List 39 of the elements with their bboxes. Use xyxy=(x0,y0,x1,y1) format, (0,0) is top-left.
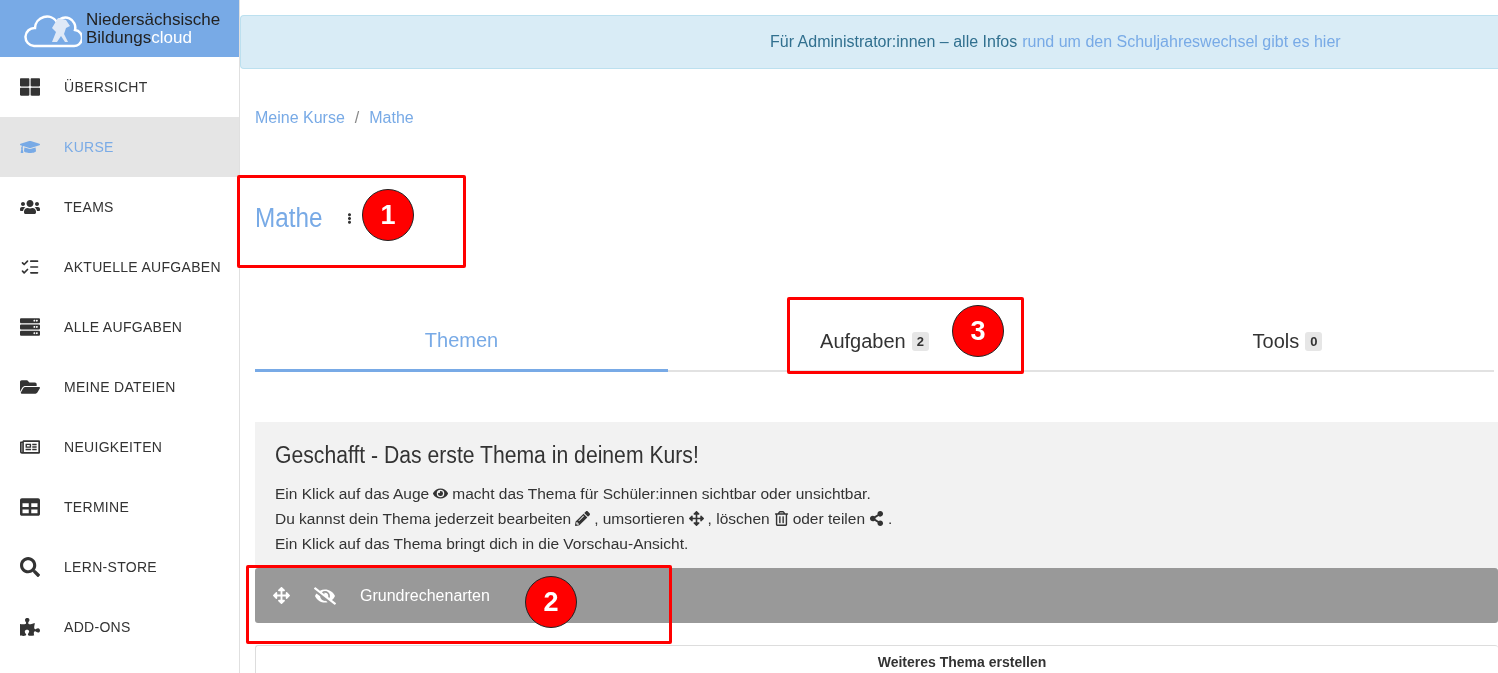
info-text: macht das Thema für Schüler:innen sichtbar oder unsichtbar. xyxy=(452,484,871,504)
tab[interactable]: Aufgaben 2 xyxy=(820,325,929,357)
breadcrumb-separator: / xyxy=(354,109,360,127)
count-badge: 2 xyxy=(911,331,929,351)
callout-number: 1 xyxy=(362,189,414,241)
puzzle-icon xyxy=(20,617,40,637)
info-text: Ein Klick auf das Auge xyxy=(275,484,430,504)
trash-icon xyxy=(773,511,789,526)
info-text: Ein Klick auf das Thema bringt dich in die Vorschau-Ansicht. xyxy=(275,534,689,554)
move-icon xyxy=(688,511,704,526)
logo-text: Bildungs xyxy=(86,28,152,47)
info-text: oder teilen xyxy=(792,509,865,529)
logo-text: Niedersächsische xyxy=(86,10,221,29)
move-icon[interactable] xyxy=(273,587,290,604)
banner-text: Für Administrator:innen – alle Infos xyxy=(770,33,1018,51)
pencil-icon xyxy=(575,511,591,526)
new-topic-label[interactable]: Weiteres Thema erstellen xyxy=(877,654,1047,673)
new-topic-card[interactable]: Weiteres Thema erstellen xyxy=(255,645,1498,673)
tab[interactable]: Tools 0 xyxy=(1252,325,1323,357)
info-text: . xyxy=(888,509,893,529)
info-text: , löschen xyxy=(707,509,770,529)
checklist-icon xyxy=(20,257,40,277)
folder-icon xyxy=(20,377,40,397)
people-icon xyxy=(20,197,40,217)
count-badge: 0 xyxy=(1305,331,1323,351)
eye-slash-icon[interactable] xyxy=(314,584,336,607)
logo-text: cloud xyxy=(151,28,192,47)
stacked-bars-icon xyxy=(20,317,40,337)
grid-icon xyxy=(20,77,40,97)
info-heading: Geschafft - Das erste Thema in deinem Kurs! xyxy=(275,442,700,469)
callout-number: 3 xyxy=(952,305,1004,357)
course-title: Mathe xyxy=(255,202,323,234)
info-text: Du kannst dein Thema jederzeit bearbeiten xyxy=(275,509,572,529)
share-icon xyxy=(869,511,884,526)
eye-icon xyxy=(433,486,449,501)
info-text: , umsortieren xyxy=(594,509,685,529)
search-icon xyxy=(20,557,40,577)
table-icon xyxy=(20,497,40,517)
newspaper-icon xyxy=(20,437,40,457)
